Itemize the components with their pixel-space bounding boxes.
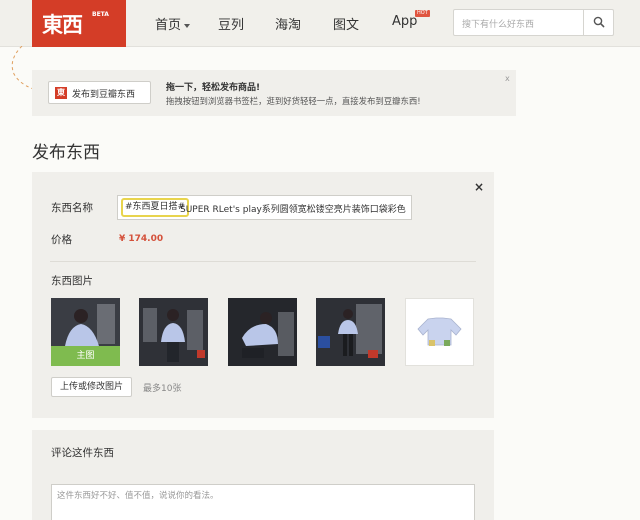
beta-label: BETA bbox=[92, 11, 109, 18]
model-photo bbox=[139, 298, 208, 366]
price-value: ¥ 174.00 bbox=[119, 234, 164, 244]
upload-images-button[interactable]: 上传或修改图片 bbox=[51, 377, 132, 397]
max-images-note: 最多10张 bbox=[143, 384, 182, 394]
nav-haitao[interactable]: 海淘 bbox=[275, 14, 301, 33]
search-box[interactable]: 搜下有什么好东西 bbox=[453, 9, 614, 36]
divider bbox=[50, 261, 476, 262]
product-image-5[interactable] bbox=[405, 298, 474, 366]
main-image-badge: 主图 bbox=[51, 346, 120, 366]
dongxi-logo[interactable]: 東西 BETA bbox=[32, 0, 126, 47]
comment-placeholder: 这件东西好不好、值不值，说说你的看法。 bbox=[57, 491, 219, 501]
nav-app[interactable]: App bbox=[392, 14, 417, 29]
hot-badge: HOT bbox=[415, 10, 430, 17]
search-icon bbox=[593, 16, 605, 28]
item-name-field[interactable]: #东西夏日搭# SUPER RLet's play系列圆领宽松镂空亮片装饰口袋彩… bbox=[117, 195, 412, 220]
publish-bookmarklet-label: 发布到豆瓣东西 bbox=[72, 90, 136, 100]
product-image-3[interactable] bbox=[228, 298, 297, 366]
banner-description: 拖拽按钮到浏览器书签栏，逛到好货轻轻一点，直接发布到豆瓣东西! bbox=[166, 96, 421, 106]
model-photo bbox=[228, 298, 297, 366]
logo-text: 東西 bbox=[42, 12, 83, 37]
banner-close-button[interactable]: x bbox=[505, 74, 510, 83]
nav-home[interactable]: 首页 bbox=[155, 14, 191, 33]
name-label: 东西名称 bbox=[51, 202, 93, 214]
search-button[interactable] bbox=[583, 10, 613, 35]
sweater-photo bbox=[417, 317, 462, 346]
price-label: 价格 bbox=[51, 234, 72, 246]
dongxi-icon: 東 bbox=[55, 87, 67, 99]
topic-tag[interactable]: #东西夏日搭# bbox=[121, 198, 190, 217]
close-icon[interactable]: × bbox=[474, 180, 484, 194]
nav-tuwen[interactable]: 图文 bbox=[333, 14, 359, 33]
bookmarklet-banner: 東 发布到豆瓣东西 拖一下，轻松发布商品! 拖拽按钮到浏览器书签栏，逛到好货轻轻… bbox=[32, 70, 516, 116]
search-input[interactable]: 搜下有什么好东西 bbox=[462, 17, 534, 30]
comment-label: 评论这件东西 bbox=[51, 447, 114, 459]
banner-title: 拖一下，轻松发布商品! bbox=[166, 83, 261, 93]
nav-doulie[interactable]: 豆列 bbox=[218, 14, 244, 33]
product-image-4[interactable] bbox=[316, 298, 385, 366]
model-photo bbox=[316, 298, 385, 366]
comment-textarea[interactable]: 这件东西好不好、值不值，说说你的看法。 bbox=[51, 484, 475, 520]
item-name-value: SUPER RLet's play系列圆领宽松镂空亮片装饰口袋彩色 bbox=[180, 205, 406, 215]
top-navbar: 東西 BETA 首页 豆列 海淘 图文 App HOT 搜下有什么好东西 bbox=[0, 0, 640, 47]
publish-bookmarklet-button[interactable]: 東 发布到豆瓣东西 bbox=[48, 81, 151, 104]
page-title: 发布东西 bbox=[32, 143, 100, 163]
product-image-2[interactable] bbox=[139, 298, 208, 366]
images-label: 东西图片 bbox=[51, 275, 93, 287]
chevron-down-icon bbox=[184, 23, 191, 28]
